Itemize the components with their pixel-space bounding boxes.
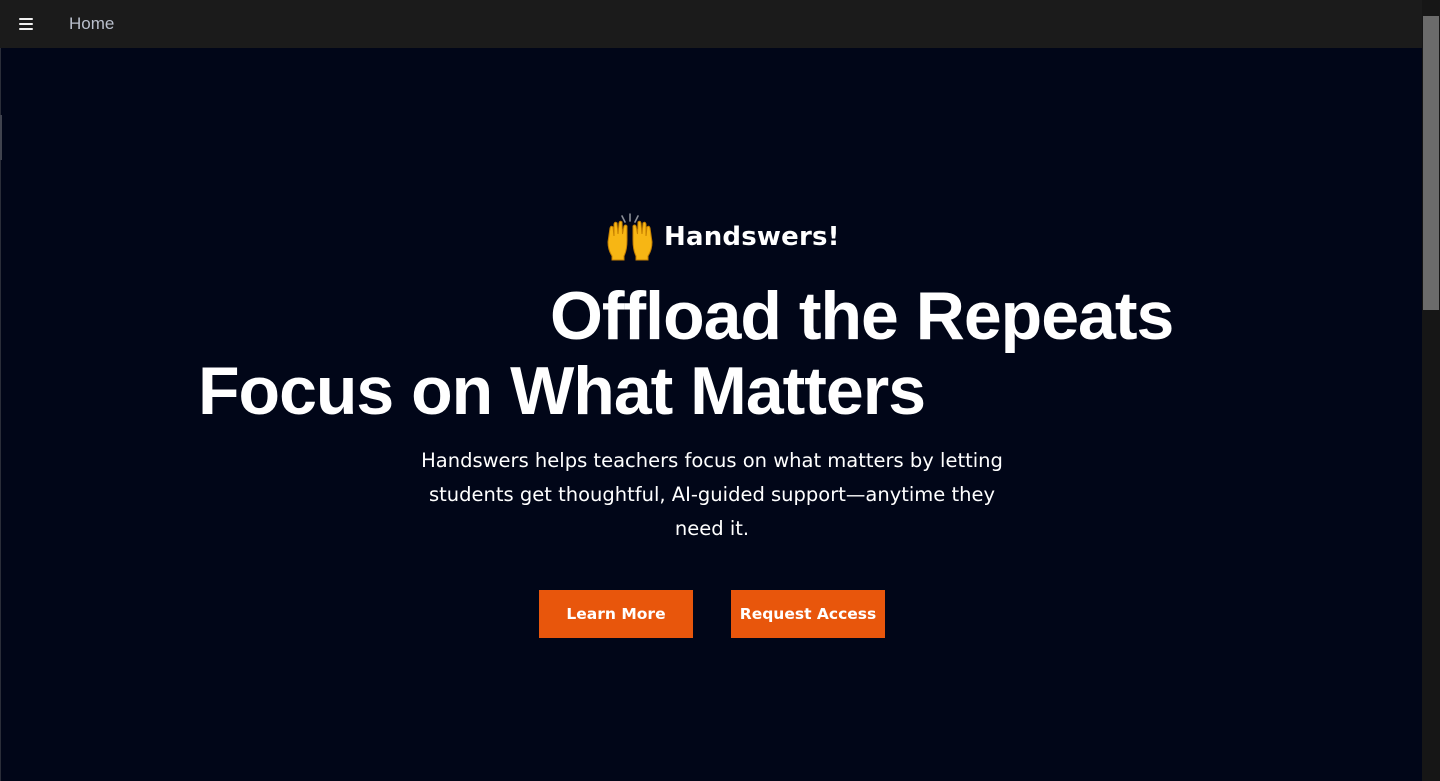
top-navbar: Home (0, 0, 1422, 48)
brand: Handswers! (604, 212, 840, 262)
scrollbar-thumb[interactable] (1423, 16, 1439, 310)
vertical-scrollbar[interactable] (1422, 0, 1440, 781)
headline-line-1: Offload the Repeats (550, 278, 1174, 354)
learn-more-button[interactable]: Learn More (539, 590, 693, 638)
brand-name: Handswers! (664, 222, 840, 252)
page-left-border-mark (0, 115, 2, 160)
hamburger-menu-icon[interactable] (14, 13, 38, 35)
request-access-button[interactable]: Request Access (731, 590, 885, 638)
raising-hands-emoji-icon (607, 213, 653, 261)
headline-line-2: Focus on What Matters (198, 353, 926, 429)
hero-description: Handswers helps teachers focus on what m… (421, 449, 1003, 540)
nav-link-home[interactable]: Home (69, 14, 114, 34)
